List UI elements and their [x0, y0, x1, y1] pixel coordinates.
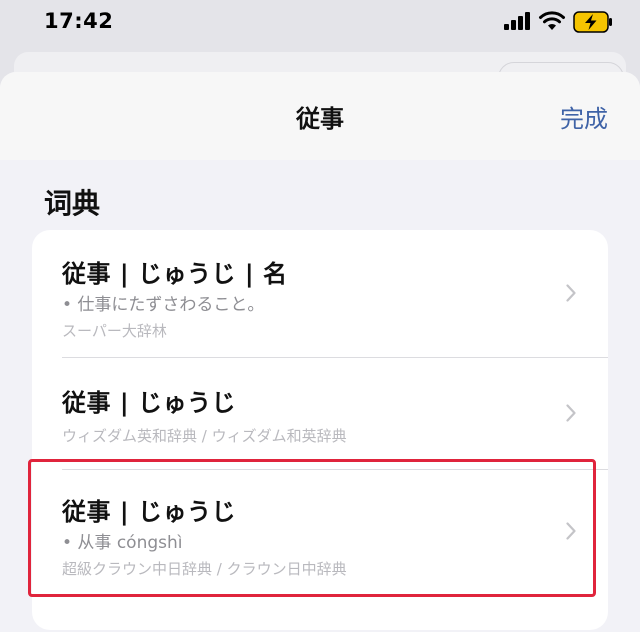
entry-title: 従事 | じゅうじ | 名 [62, 260, 288, 288]
navigation-bar: 従事 完成 [0, 72, 640, 160]
dictionary-entry-row[interactable]: 従事 | じゅうじ | 名 • 仕事にたずさわること。 スーパー大辞林 [32, 230, 608, 357]
entry-source: スーパー大辞林 [62, 322, 167, 340]
entry-definition: • 仕事にたずさわること。 [62, 295, 265, 315]
highlight-box [28, 459, 596, 597]
status-time: 17:42 [44, 9, 114, 33]
wifi-icon [539, 11, 565, 30]
chevron-right-icon [566, 284, 576, 302]
dictionary-entry-row[interactable]: 従事 | じゅうじ ウィズダム英和辞典 / ウィズダム和英辞典 [32, 358, 608, 469]
battery-charging-icon [573, 11, 612, 33]
signal-icon [504, 12, 530, 30]
entry-title: 従事 | じゅうじ [62, 389, 236, 417]
sheet-title: 従事 [296, 105, 344, 133]
status-bar: 17:42 [0, 0, 640, 48]
done-button[interactable]: 完成 [560, 99, 608, 134]
section-header: 词典 [44, 187, 101, 220]
chevron-right-icon [566, 404, 576, 422]
entry-source: ウィズダム英和辞典 / ウィズダム和英辞典 [62, 427, 347, 445]
